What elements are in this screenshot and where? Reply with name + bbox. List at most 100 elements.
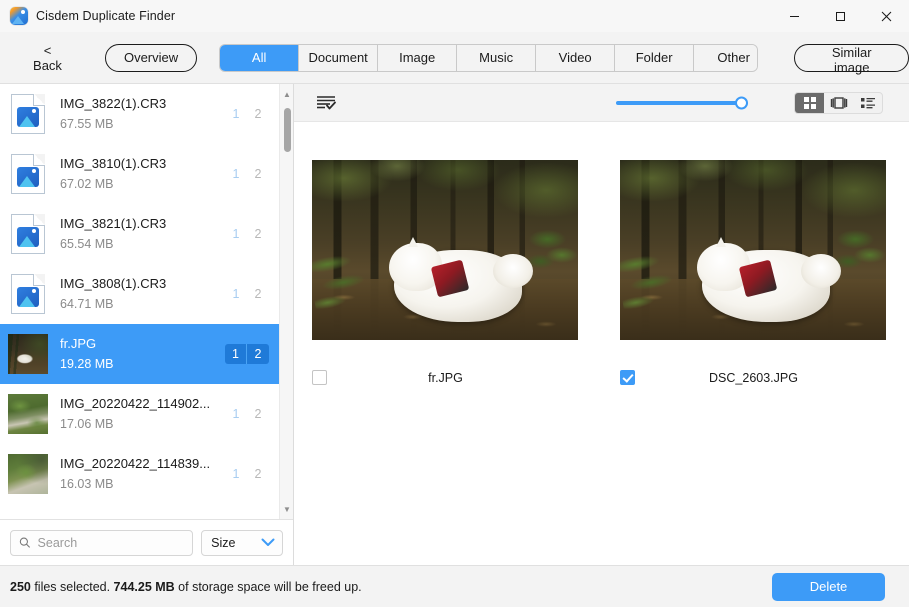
count-selected: 1 — [232, 287, 240, 301]
document-image-icon — [8, 274, 48, 314]
file-size: 16.03 MB — [60, 477, 114, 491]
tab-folder[interactable]: Folder — [615, 44, 695, 71]
file-list-item[interactable]: IMG_3810(1).CR3 67.02 MB 1 2 — [0, 144, 279, 204]
duplicate-count-badge: 1 2 — [225, 404, 269, 424]
freed-space-text: of storage space will be freed up. — [174, 579, 362, 594]
file-list-item[interactable]: IMG_3821(1).CR3 65.54 MB 1 2 — [0, 204, 279, 264]
select-all-list-icon[interactable] — [316, 95, 336, 111]
duplicate-cards — [294, 160, 909, 340]
files-selected-text: files selected. — [30, 579, 114, 594]
coverflow-view-icon[interactable] — [824, 93, 853, 113]
count-selected: 1 — [232, 407, 240, 421]
tab-document[interactable]: Document — [299, 44, 379, 71]
photo-thumbnail — [8, 394, 48, 434]
file-info: IMG_3822(1).CR3 67.55 MB — [60, 95, 217, 133]
count-selected: 1 — [232, 107, 240, 121]
document-image-icon — [8, 154, 48, 194]
file-size: 67.02 MB — [60, 177, 114, 191]
grid-view-icon[interactable] — [795, 92, 824, 113]
duplicate-card[interactable] — [312, 160, 578, 340]
search-input[interactable] — [37, 535, 185, 550]
file-info: IMG_20220422_114839... 16.03 MB — [60, 455, 217, 493]
tab-all[interactable]: All — [220, 44, 300, 71]
preview-panel: fr.JPG DSC_2603.JPG — [294, 84, 909, 565]
slider-track — [616, 100, 748, 105]
file-size: 64.71 MB — [60, 297, 114, 311]
duplicate-gallery: fr.JPG DSC_2603.JPG — [294, 122, 909, 565]
back-button[interactable]: < Back — [22, 39, 73, 77]
count-selected: 1 — [232, 227, 240, 241]
tab-image[interactable]: Image — [378, 44, 458, 71]
search-box[interactable] — [10, 529, 194, 556]
count-total: 2 — [254, 227, 262, 241]
file-size: 19.28 MB — [60, 357, 114, 371]
scrollbar-thumb[interactable] — [284, 108, 291, 152]
file-info: IMG_3821(1).CR3 65.54 MB — [60, 215, 217, 253]
sort-dropdown-value: Size — [211, 535, 236, 550]
status-bar: 250 files selected. 744.25 MB of storage… — [0, 565, 909, 607]
select-duplicate-checkbox-1[interactable] — [312, 370, 327, 385]
list-view-icon[interactable] — [853, 93, 882, 113]
scroll-up-arrow-icon[interactable]: ▲ — [280, 86, 293, 102]
file-info: fr.JPG 19.28 MB — [60, 335, 217, 373]
sidebar-scrollbar[interactable]: ▲ ▼ — [279, 84, 293, 519]
file-name: fr.JPG — [60, 336, 97, 351]
main-toolbar: < Back Overview All Document Image Music… — [0, 32, 909, 84]
tab-other[interactable]: Other — [694, 44, 758, 71]
close-button[interactable] — [863, 0, 909, 32]
selected-files-count: 250 — [10, 579, 31, 594]
content-area: IMG_3822(1).CR3 67.55 MB 1 2 IMG_3810(1)… — [0, 84, 909, 565]
file-list-item[interactable]: IMG_20220422_114902... 17.06 MB 1 2 — [0, 384, 279, 444]
similar-image-button[interactable]: Similar image — [794, 43, 909, 75]
scroll-down-arrow-icon[interactable]: ▼ — [280, 501, 293, 517]
select-duplicate-checkbox-2[interactable] — [620, 370, 635, 385]
count-total: 2 — [254, 467, 262, 481]
file-name: IMG_3810(1).CR3 — [60, 156, 167, 171]
sidebar-footer: Size — [0, 519, 293, 565]
file-list-item-selected[interactable]: fr.JPG 19.28 MB 1 2 — [0, 324, 279, 384]
file-list-item[interactable]: IMG_3822(1).CR3 67.55 MB 1 2 — [0, 84, 279, 144]
file-info: IMG_3810(1).CR3 67.02 MB — [60, 155, 217, 193]
category-tabs: All Document Image Music Video Folder Ot… — [219, 43, 759, 72]
delete-button[interactable]: Delete — [772, 572, 885, 601]
thumbnail-size-slider[interactable] — [616, 96, 748, 110]
duplicate-filename-2: DSC_2603.JPG — [709, 370, 798, 385]
count-total: 2 — [254, 167, 262, 181]
preview-toolbar — [294, 84, 909, 122]
count-total: 2 — [254, 407, 262, 421]
sort-dropdown[interactable]: Size — [201, 529, 283, 556]
file-list-item[interactable]: IMG_20220422_114839... 16.03 MB 1 2 — [0, 444, 279, 504]
minimize-button[interactable] — [771, 0, 817, 32]
maximize-button[interactable] — [817, 0, 863, 32]
file-list-item[interactable]: IMG_3808(1).CR3 64.71 MB 1 2 — [0, 264, 279, 324]
duplicate-count-badge: 1 2 — [225, 224, 269, 244]
slider-knob[interactable] — [735, 96, 748, 109]
window-title: Cisdem Duplicate Finder — [36, 9, 176, 23]
search-icon — [19, 537, 31, 548]
duplicate-card[interactable] — [620, 160, 886, 340]
file-name: IMG_20220422_114902... — [60, 396, 211, 411]
tab-video[interactable]: Video — [536, 44, 616, 71]
overview-button[interactable]: Overview — [104, 43, 198, 72]
file-name: IMG_3822(1).CR3 — [60, 96, 167, 111]
file-name: IMG_20220422_114839... — [60, 456, 211, 471]
count-selected: 1 — [232, 467, 240, 481]
count-selected: 1 — [232, 167, 240, 181]
file-info: IMG_3808(1).CR3 64.71 MB — [60, 275, 217, 313]
caption-cell: fr.JPG — [312, 370, 578, 385]
file-list-scroll-area: IMG_3822(1).CR3 67.55 MB 1 2 IMG_3810(1)… — [0, 84, 293, 519]
file-name: IMG_3821(1).CR3 — [60, 216, 167, 231]
chevron-down-icon — [261, 538, 275, 546]
preview-image-2[interactable] — [620, 160, 886, 340]
application-window: Cisdem Duplicate Finder < Back Overview … — [0, 0, 909, 607]
duplicate-filename-1: fr.JPG — [428, 370, 463, 385]
count-total: 2 — [254, 287, 262, 301]
freed-space-size: 744.25 MB — [113, 579, 175, 594]
tab-music[interactable]: Music — [457, 44, 537, 71]
caption-cell: DSC_2603.JPG — [620, 370, 886, 385]
count-total: 2 — [254, 107, 262, 121]
title-bar: Cisdem Duplicate Finder — [0, 0, 909, 32]
view-mode-switcher — [794, 91, 883, 114]
photo-thumbnail — [8, 334, 48, 374]
preview-image-1[interactable] — [312, 160, 578, 340]
